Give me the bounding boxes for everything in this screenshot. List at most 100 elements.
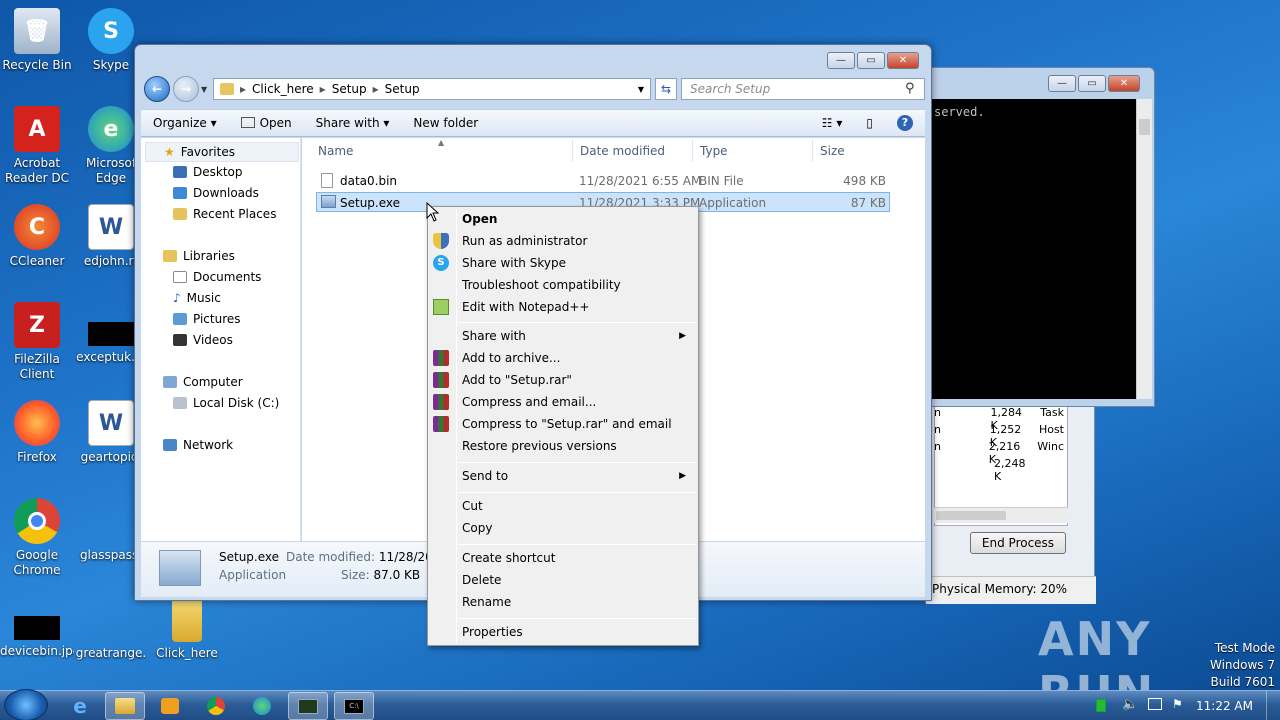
context-menu[interactable]: Open Run as administrator S Share with S… (427, 206, 699, 646)
column-header-type[interactable]: Type (700, 144, 728, 158)
nav-libraries[interactable]: Libraries (163, 249, 235, 263)
menu-item-delete[interactable]: Delete (462, 569, 696, 591)
tray-process-icon[interactable] (1096, 699, 1106, 712)
menu-item-copy[interactable]: Copy (462, 517, 696, 539)
menu-item-compress-and-email[interactable]: Compress and email... (462, 391, 696, 413)
taskbar-internet-explorer[interactable]: e (60, 692, 100, 720)
taskbar-media-player[interactable] (150, 692, 190, 720)
acrobat-icon: A (14, 106, 60, 152)
command-prompt-icon: C:\ (344, 698, 364, 714)
menu-item-edit-with-notepad[interactable]: Edit with Notepad++ (462, 296, 696, 318)
process-row[interactable]: n 2,216 K Winc (934, 440, 1064, 466)
menu-item-create-shortcut[interactable]: Create shortcut (462, 547, 696, 569)
end-process-button[interactable]: End Process (970, 532, 1066, 554)
search-input[interactable]: Search Setup (681, 78, 925, 100)
column-header-size[interactable]: Size (820, 144, 845, 158)
menu-item-properties[interactable]: Properties (462, 621, 696, 643)
maximize-button[interactable]: ▭ (857, 52, 885, 69)
action-center-flag-icon[interactable]: ⚑ (1172, 697, 1183, 711)
breadcrumb-item[interactable]: Setup (385, 82, 420, 96)
taskbar-task-manager[interactable] (288, 692, 328, 720)
menu-item-troubleshoot[interactable]: Troubleshoot compatibility (462, 274, 696, 296)
nav-network[interactable]: Network (163, 438, 233, 452)
desktop-icon-recycle-bin[interactable]: 🗑 Recycle Bin (0, 8, 74, 73)
vertical-scrollbar[interactable] (1136, 99, 1152, 399)
minimize-button[interactable]: — (827, 52, 855, 69)
menu-item-share-with-skype[interactable]: Share with Skype (462, 252, 696, 274)
horizontal-scrollbar[interactable] (934, 507, 1068, 523)
taskbar-explorer[interactable] (105, 692, 145, 720)
search-icon[interactable]: ⚲ (905, 81, 915, 96)
nav-favorites[interactable]: ★ Favorites (145, 142, 299, 162)
start-button[interactable] (4, 689, 48, 720)
open-button[interactable]: Open (229, 116, 304, 130)
menu-item-send-to[interactable]: Send to ▶ (462, 465, 696, 487)
desktop-icon-acrobat[interactable]: A Acrobat Reader DC (0, 106, 74, 186)
nav-videos[interactable]: Videos (173, 333, 233, 347)
share-with-button[interactable]: Share with ▾ (304, 116, 402, 130)
address-dropdown-icon[interactable]: ▼ (638, 85, 644, 94)
nav-documents[interactable]: Documents (173, 270, 261, 284)
help-icon[interactable]: ? (885, 115, 925, 131)
desktop-icon-ccleaner[interactable]: C CCleaner (0, 204, 74, 269)
menu-item-share-with[interactable]: Share with ▶ (462, 325, 696, 347)
menu-item-open[interactable]: Open (462, 208, 696, 230)
menu-item-add-to-archive[interactable]: Add to archive... (462, 347, 696, 369)
organize-button[interactable]: Organize ▾ (141, 116, 229, 130)
desktop-icon-chrome[interactable]: Google Chrome (0, 498, 74, 578)
taskbar-cmd[interactable]: C:\ (334, 692, 374, 720)
process-row[interactable]: n 1,252 K Host (934, 423, 1064, 449)
forward-button[interactable]: → (173, 76, 199, 102)
show-desktop-button[interactable] (1266, 691, 1280, 720)
nav-pictures[interactable]: Pictures (173, 312, 241, 326)
network-tray-icon[interactable] (1148, 698, 1162, 710)
minimize-button[interactable]: — (1048, 75, 1076, 92)
nav-music[interactable]: ♪ Music (173, 291, 221, 305)
cmd-window[interactable]: — ▭ ✕ served. (925, 67, 1155, 407)
menu-item-compress-rar-and-email[interactable]: Compress to "Setup.rar" and email (462, 413, 696, 435)
scrollbar-thumb[interactable] (936, 511, 1006, 520)
process-row[interactable]: 2,248 K (934, 457, 1064, 483)
nav-local-disk[interactable]: Local Disk (C:) (173, 396, 279, 410)
column-header-name[interactable]: Name (318, 144, 353, 158)
column-divider[interactable] (812, 140, 813, 162)
scrollbar-thumb[interactable] (1139, 119, 1150, 135)
desktop-icon-greatrange[interactable]: greatrange. (74, 596, 148, 661)
refresh-icon[interactable]: ⇆ (655, 78, 677, 100)
console-output[interactable]: served. (932, 99, 1136, 399)
taskbar-edge[interactable] (242, 692, 282, 720)
file-row[interactable]: data0.bin 11/28/2021 6:55 AM BIN File 49… (316, 171, 890, 191)
address-bar[interactable]: ▸ Click_here ▸ Setup ▸ Setup ▼ (213, 78, 651, 100)
menu-item-run-as-administrator[interactable]: Run as administrator (462, 230, 696, 252)
change-view-icon[interactable]: ☷ ▾ (810, 116, 855, 130)
desktop-icon-filezilla[interactable]: Z FileZilla Client (0, 302, 74, 382)
column-header-date[interactable]: Date modified (580, 144, 665, 158)
desktop-icon-click-here[interactable]: Click_here (150, 596, 224, 661)
clock[interactable]: 11:22 AM (1196, 699, 1253, 713)
breadcrumb-item[interactable]: Click_here (252, 82, 314, 96)
column-divider[interactable] (692, 140, 693, 162)
process-row[interactable]: n 1,284 K Task (934, 406, 1064, 432)
nav-recent-places[interactable]: Recent Places (173, 207, 276, 221)
taskbar-chrome[interactable] (196, 692, 236, 720)
close-button[interactable]: ✕ (1108, 75, 1140, 92)
breadcrumb-item[interactable]: Setup (332, 82, 367, 96)
menu-item-rename[interactable]: Rename (462, 591, 696, 613)
new-folder-button[interactable]: New folder (401, 116, 490, 130)
desktop-icon-firefox[interactable]: Firefox (0, 400, 74, 465)
menu-item-cut[interactable]: Cut (462, 495, 696, 517)
column-divider[interactable] (572, 140, 573, 162)
back-button[interactable]: ← (144, 76, 170, 102)
menu-item-restore-previous-versions[interactable]: Restore previous versions (462, 435, 696, 457)
volume-icon[interactable]: 🔈 (1122, 697, 1138, 712)
menu-item-add-to-setup-rar[interactable]: Add to "Setup.rar" (462, 369, 696, 391)
nav-desktop[interactable]: Desktop (173, 165, 243, 179)
recent-pages-dropdown-icon[interactable]: ▼ (201, 85, 207, 94)
nav-computer[interactable]: Computer (163, 375, 243, 389)
close-button[interactable]: ✕ (887, 52, 919, 69)
desktop-icon-devicebin[interactable]: devicebin.jpg (0, 596, 74, 659)
nav-downloads[interactable]: Downloads (173, 186, 259, 200)
chrome-icon (207, 697, 225, 715)
preview-pane-icon[interactable]: ▯ (854, 116, 885, 130)
maximize-button[interactable]: ▭ (1078, 75, 1106, 92)
